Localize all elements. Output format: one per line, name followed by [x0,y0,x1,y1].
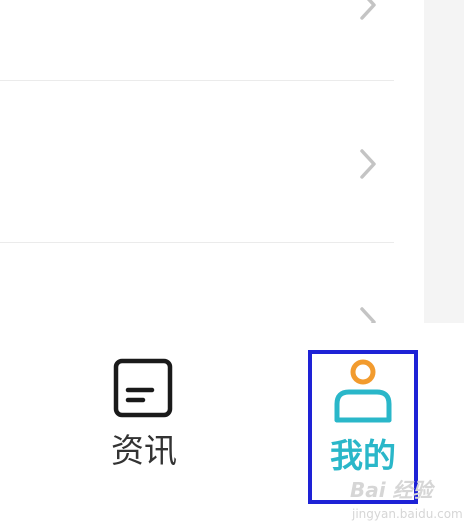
chevron-right-icon [358,0,378,22]
tab-mine-label: 我的 [330,436,396,475]
news-icon [112,357,174,419]
list-item[interactable] [0,81,424,242]
watermark-url: jingyan.baidu.com [352,507,463,521]
list-item[interactable] [0,0,424,80]
tab-news-label: 资讯 [111,431,177,470]
list-item[interactable] [0,243,424,337]
baidu-jingyan-watermark: Bai 经验 jingyan.baidu.com [330,478,463,524]
tab-news[interactable]: 资讯 [94,323,194,528]
side-strip [424,0,464,323]
watermark-brand: Bai 经验 [350,478,433,502]
chevron-right-icon [358,147,378,181]
settings-list [0,0,424,337]
user-profile-icon [331,358,395,424]
